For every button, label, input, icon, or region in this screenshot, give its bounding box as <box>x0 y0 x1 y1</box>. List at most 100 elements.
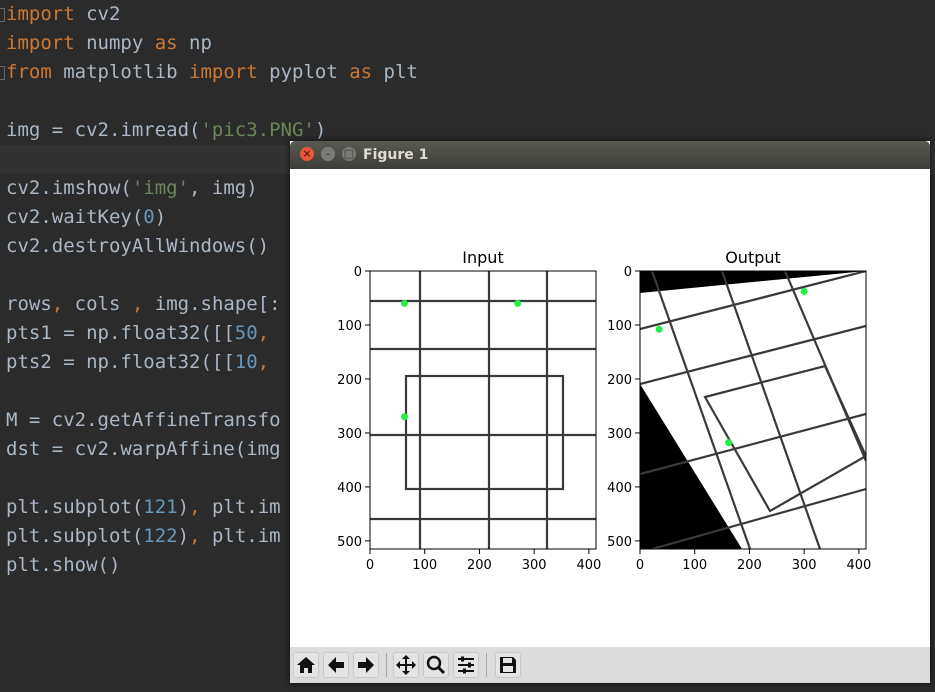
input-subplot: 0 100 200 300 400 0 100 200 300 400 500 Input <box>337 248 601 573</box>
code-token: ) <box>177 496 190 518</box>
code-token: pyplot <box>257 61 350 83</box>
code-token: as <box>154 32 178 54</box>
minimize-window-button[interactable]: – <box>321 147 335 161</box>
code-token: , <box>131 293 144 315</box>
green-point <box>400 413 408 421</box>
code-line[interactable]: plt.subplot(121), plt.im <box>6 493 281 522</box>
green-point <box>400 299 408 307</box>
code-line[interactable]: from matplotlib import pyplot as plt <box>6 58 418 87</box>
input-title: Input <box>462 248 503 267</box>
pan-button[interactable] <box>393 652 419 678</box>
code-token: plt.im <box>200 496 281 518</box>
code-line[interactable]: import cv2 <box>6 0 120 29</box>
code-token: cols <box>63 293 132 315</box>
code-line[interactable]: plt.show() <box>6 551 120 580</box>
y-tick-label: 300 <box>607 427 632 442</box>
code-token: 121 <box>143 496 178 518</box>
code-token: import <box>189 61 258 83</box>
code-token: dst = cv2.warpAffine(img <box>6 438 281 460</box>
code-token: cv2.destroyAllWindows() <box>6 235 270 257</box>
code-token: np <box>177 32 212 54</box>
back-button[interactable] <box>323 652 349 678</box>
maximize-window-button[interactable]: □ <box>342 147 356 161</box>
code-line[interactable]: rows, cols , img.shape[: <box>6 290 281 319</box>
code-token: cv2 <box>74 3 121 25</box>
output-title: Output <box>725 248 781 267</box>
code-line[interactable]: cv2.waitKey(0) <box>6 203 166 232</box>
configure-subplots-icon <box>458 656 474 674</box>
code-token: plt.im <box>200 525 281 547</box>
code-token: plt.subplot( <box>6 525 144 547</box>
code-line[interactable]: img = cv2.imread('pic3.PNG') <box>6 116 326 145</box>
code-line[interactable]: pts2 = np.float32([[10, <box>6 348 269 377</box>
x-tick-label: 400 <box>576 558 601 573</box>
code-line[interactable]: cv2.imshow('img', img) <box>6 174 258 203</box>
code-token: 10 <box>234 351 258 373</box>
y-tick-label: 300 <box>337 427 362 442</box>
configure-subplots-button[interactable] <box>453 652 479 678</box>
y-tick-label: 200 <box>607 373 632 388</box>
code-token: import <box>6 3 75 25</box>
fold-marker[interactable] <box>0 66 5 80</box>
code-token: as <box>349 61 373 83</box>
toolbar-separator <box>386 653 387 677</box>
code-token: ) <box>154 206 167 228</box>
x-tick-label: 100 <box>412 558 437 573</box>
code-token: , <box>257 322 270 344</box>
zoom-icon <box>426 655 446 675</box>
forward-arrow-icon <box>358 657 374 673</box>
window-title: Figure 1 <box>363 147 429 163</box>
code-token: img = cv2.imread( <box>6 119 201 141</box>
code-token: cv2.imshow( <box>6 177 132 199</box>
y-tick-label: 500 <box>337 535 362 550</box>
output-subplot: 0 100 200 300 400 0 100 200 300 400 500 Output <box>607 248 871 573</box>
code-token: from <box>6 61 52 83</box>
matplotlib-toolbar <box>290 647 930 683</box>
code-line[interactable]: plt.subplot(122), plt.im <box>6 522 281 551</box>
pan-icon <box>396 655 416 675</box>
code-token: import <box>6 32 75 54</box>
y-tick-label: 100 <box>337 319 362 334</box>
fold-marker[interactable] <box>0 8 5 22</box>
code-token: img.shape[: <box>143 293 281 315</box>
code-token: 'pic3.PNG' <box>200 119 315 141</box>
code-token: numpy <box>74 32 155 54</box>
y-tick-label: 400 <box>607 481 632 496</box>
window-titlebar[interactable]: × – □ Figure 1 <box>290 141 930 169</box>
green-point <box>800 288 808 296</box>
green-point <box>514 299 522 307</box>
zoom-button[interactable] <box>423 652 449 678</box>
x-tick-label: 300 <box>522 558 547 573</box>
code-line[interactable]: import numpy as np <box>6 29 212 58</box>
save-button[interactable] <box>495 652 521 678</box>
code-token: pts2 = np.float32([[ <box>6 351 235 373</box>
y-tick-label: 400 <box>337 481 362 496</box>
x-tick-label: 200 <box>467 558 492 573</box>
close-window-button[interactable]: × <box>300 147 314 161</box>
code-token: ) <box>314 119 327 141</box>
figure-canvas[interactable]: 0 100 200 300 400 0 100 200 300 400 500 Input <box>290 169 930 647</box>
green-point <box>725 439 733 447</box>
y-tick-label: 0 <box>624 265 632 280</box>
code-token: 122 <box>143 525 178 547</box>
x-tick-label: 400 <box>846 558 871 573</box>
code-token: , <box>257 351 270 373</box>
code-token: cv2.waitKey( <box>6 206 144 228</box>
toolbar-separator <box>486 653 487 677</box>
forward-button[interactable] <box>353 652 379 678</box>
code-line[interactable]: dst = cv2.warpAffine(img <box>6 435 281 464</box>
x-tick-label: 200 <box>737 558 762 573</box>
code-token: matplotlib <box>51 61 190 83</box>
code-token: ) <box>177 525 190 547</box>
code-token: M = cv2.getAffineTransfo <box>6 409 281 431</box>
y-tick-label: 100 <box>607 319 632 334</box>
code-token: rows <box>6 293 52 315</box>
home-button[interactable] <box>293 652 319 678</box>
code-line[interactable]: cv2.destroyAllWindows() <box>6 232 269 261</box>
x-tick-label: 0 <box>366 558 374 573</box>
code-line[interactable]: pts1 = np.float32([[50, <box>6 319 269 348</box>
code-token: plt.subplot( <box>6 496 144 518</box>
code-token: , <box>51 293 64 315</box>
code-line[interactable]: M = cv2.getAffineTransfo <box>6 406 281 435</box>
figure-svg: 0 100 200 300 400 0 100 200 300 400 500 Input <box>337 248 871 573</box>
